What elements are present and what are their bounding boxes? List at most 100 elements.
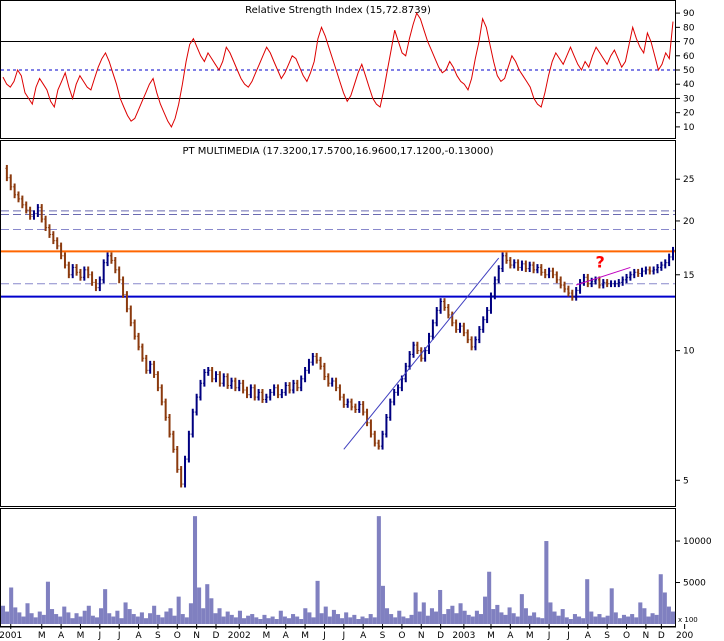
rsi-panel: Relative Strength Index (15,72.8739) 10 2…: [0, 0, 695, 139]
volume-bar: [315, 580, 320, 624]
volume-bar: [572, 614, 577, 624]
volume-bar: [470, 616, 475, 624]
volume-bar: [626, 616, 631, 624]
volume-bar: [188, 603, 193, 624]
volume-bar: [111, 616, 116, 624]
volume-bar: [474, 610, 479, 624]
volume-bar: [295, 616, 300, 624]
x-tick-label: J: [341, 631, 345, 641]
volume-bar: [662, 592, 667, 624]
volume-bar: [246, 615, 251, 624]
volume-bar: [560, 609, 565, 624]
volume-bar: [180, 614, 185, 624]
rsi-tick-label: 70: [683, 38, 695, 48]
volume-bar: [45, 581, 50, 624]
price-annotation: ?: [596, 252, 605, 271]
volume-bar: [630, 614, 635, 624]
volume-bar: [13, 607, 18, 624]
volume-bar: [601, 617, 606, 624]
volume-bar: [499, 612, 504, 624]
volume-bar: [450, 605, 455, 624]
rsi-title: Relative Strength Index (15,72.8739): [245, 5, 431, 16]
volume-bar: [327, 616, 332, 624]
volume-bar: [380, 585, 385, 624]
volume-bar: [160, 617, 165, 624]
x-tick-label: O: [398, 631, 405, 641]
volume-bar: [201, 608, 206, 624]
volume-bar: [323, 606, 328, 624]
volume-bar: [507, 607, 512, 624]
volume-bar: [585, 579, 590, 624]
volume-bar: [544, 541, 549, 624]
volume-bar: [527, 615, 533, 624]
price-panel: PT MULTIMEDIA (17.3200,17.5700,16.9600,1…: [0, 140, 695, 507]
price-tick-label: 20: [683, 217, 695, 227]
volume-bar: [266, 618, 271, 624]
volume-bar: [37, 611, 42, 624]
rsi-tick-label: 30: [683, 94, 695, 104]
volume-bar: [331, 609, 336, 624]
volume-bar: [438, 589, 443, 624]
volume-bar: [209, 598, 214, 624]
volume-panel: 5000 10000 x 100: [0, 508, 712, 627]
volume-bar: [148, 613, 153, 624]
volume-bar: [274, 619, 279, 624]
volume-bar: [131, 614, 136, 624]
volume-bar: [5, 611, 10, 624]
volume-bar: [250, 614, 255, 624]
volume-bar: [237, 610, 242, 624]
volume-bar: [278, 610, 283, 624]
volume-bar: [548, 602, 553, 624]
x-tick-label: 2002: [228, 631, 251, 641]
volume-bar: [94, 617, 99, 624]
volume-bar: [115, 610, 120, 624]
question-annotation: ?: [596, 252, 605, 271]
volume-bar: [319, 613, 324, 624]
volume-bar: [384, 608, 390, 624]
x-tick-label: J: [97, 631, 101, 641]
rsi-tick-label: 50: [683, 66, 695, 76]
volume-bar: [519, 594, 524, 624]
volume-bar: [593, 616, 598, 624]
volume-bar: [99, 608, 104, 624]
x-tick-label: M: [38, 631, 46, 641]
volume-bar: [172, 615, 177, 624]
volume-bar: [511, 613, 516, 624]
price-tick-label: 5: [683, 476, 689, 486]
volume-bar: [90, 615, 95, 624]
volume-bar: [164, 611, 169, 624]
volume-bar: [393, 617, 398, 624]
x-tick-label: O: [623, 631, 630, 641]
volume-bar: [568, 619, 573, 624]
volume-bar: [344, 612, 349, 624]
rsi-tick-label: 10: [683, 123, 695, 133]
volume-bar: [103, 589, 108, 624]
volume-bar: [348, 617, 353, 624]
volume-bar: [352, 614, 357, 624]
volume-bar: [33, 617, 38, 624]
x-tick-label: D: [213, 631, 220, 641]
volume-bar: [491, 609, 496, 624]
volume-bar: [454, 613, 459, 624]
volume-bar: [0, 605, 6, 624]
volume-bar: [417, 611, 422, 624]
price-frame: [0, 140, 676, 507]
volume-bar: [123, 602, 128, 624]
volume-bar: [654, 614, 659, 624]
x-tick-label: S: [604, 631, 610, 641]
volume-bar: [658, 574, 663, 624]
volume-bar: [483, 596, 488, 624]
volume-tick-label: 5000: [683, 579, 706, 589]
volume-bar: [62, 606, 67, 624]
volume-bar: [389, 614, 394, 624]
volume-bar: [523, 608, 528, 624]
volume-bar: [564, 617, 569, 624]
volume-bar: [168, 608, 173, 624]
volume-bar: [299, 619, 304, 624]
volume-bar: [282, 616, 287, 624]
volume-bar: [642, 608, 647, 624]
price-tick-label: 25: [683, 175, 694, 185]
volume-bar: [368, 614, 373, 624]
volume-bar: [176, 596, 181, 624]
volume-bar: [401, 616, 406, 624]
